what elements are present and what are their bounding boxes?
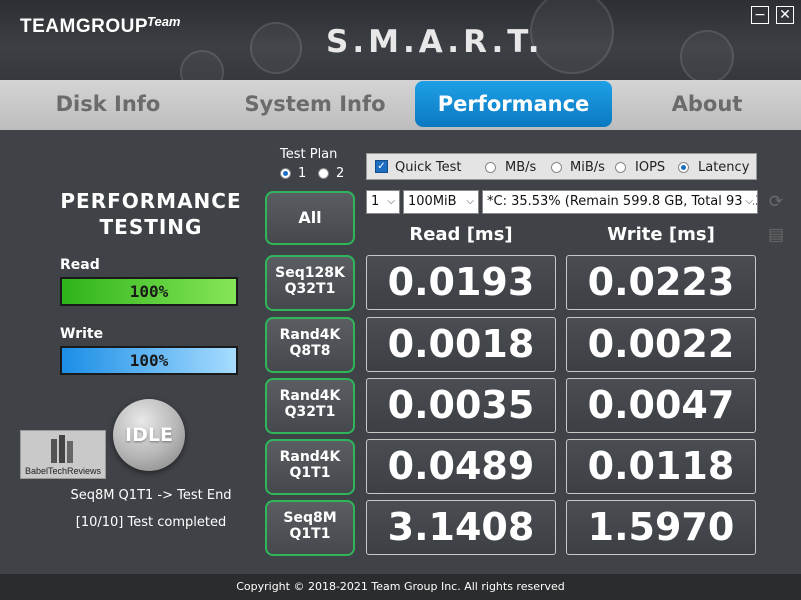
tab-about[interactable]: About	[624, 80, 790, 128]
app-title: S.M.A.R.T.	[326, 24, 544, 60]
run-all-button[interactable]: All	[265, 191, 355, 245]
refresh-icon[interactable]: ⟳	[766, 192, 786, 212]
unit-label-latency: Latency	[698, 160, 750, 175]
test-button-rand4k-q32t1[interactable]: Rand4K Q32T1	[265, 378, 355, 434]
test-count-select[interactable]: 1 ⌵	[366, 190, 400, 214]
title-line-2: TESTING	[99, 215, 203, 239]
brand-logo: TEAMGROUP	[20, 16, 148, 37]
brand-badge: Team	[147, 14, 181, 29]
read-result: 0.0035	[366, 378, 556, 433]
drive-select[interactable]: *C: 35.53% (Remain 599.8 GB, Total 930.3…	[482, 190, 758, 214]
test-name: Seq8M	[283, 510, 337, 526]
write-progress-label: Write	[60, 326, 104, 342]
chevron-down-icon: ⌵	[466, 196, 474, 207]
test-plan-option-1: 1	[298, 166, 307, 181]
performance-testing-title: PERFORMANCE TESTING	[40, 188, 262, 240]
watermark-text: BabelTechReviews	[24, 466, 102, 476]
write-progress-bar: 100%	[60, 346, 238, 375]
read-result: 0.0018	[366, 317, 556, 372]
test-params: Q32T1	[284, 281, 336, 297]
copyright-footer: Copyright © 2018-2021 Team Group Inc. Al…	[0, 574, 801, 600]
test-name: Seq128K	[275, 265, 345, 281]
read-column-header: Read [ms]	[409, 224, 513, 245]
decor-folder-icon	[180, 50, 224, 80]
unit-radio-mbs[interactable]	[485, 162, 496, 173]
test-params: Q8T8	[289, 343, 331, 359]
babeltechreviews-watermark: BabelTechReviews	[20, 430, 106, 479]
test-name: Rand4K	[279, 449, 341, 465]
test-name: Rand4K	[279, 388, 341, 404]
unit-radio-iops[interactable]	[615, 162, 626, 173]
test-plan-label: Test Plan	[280, 147, 338, 162]
title-line-1: PERFORMANCE	[60, 189, 242, 213]
read-result: 3.1408	[366, 500, 556, 555]
test-count-value: 1	[371, 194, 380, 209]
test-plan-radio-2[interactable]	[318, 168, 329, 179]
test-size-select[interactable]: 100MiB ⌵	[403, 190, 479, 214]
tab-system-info[interactable]: System Info	[222, 80, 408, 128]
test-params: Q1T1	[289, 526, 331, 542]
drive-value: *C: 35.53% (Remain 599.8 GB, Total 930.3…	[487, 194, 757, 209]
test-size-value: 100MiB	[408, 194, 457, 209]
test-plan-option-2: 2	[336, 166, 345, 181]
read-result: 0.0489	[366, 439, 556, 494]
test-button-seq128k-q32t1[interactable]: Seq128K Q32T1	[265, 255, 355, 311]
test-button-seq8m-q1t1[interactable]: Seq8M Q1T1	[265, 500, 355, 556]
minimize-button[interactable]: −	[751, 6, 769, 24]
unit-radio-mibs[interactable]	[551, 162, 562, 173]
test-name: Rand4K	[279, 327, 341, 343]
decor-document-icon	[250, 22, 302, 74]
read-progress-text: 100%	[129, 282, 169, 301]
unit-label-mbs: MB/s	[505, 160, 537, 175]
write-result: 0.0118	[566, 439, 756, 494]
tab-bar: Disk Info System Info Performance About	[0, 80, 801, 130]
write-result: 1.5970	[566, 500, 756, 555]
tab-disk-info[interactable]: Disk Info	[18, 80, 198, 128]
write-progress-text: 100%	[129, 351, 169, 370]
test-button-rand4k-q8t8[interactable]: Rand4K Q8T8	[265, 317, 355, 373]
test-params: Q1T1	[289, 465, 331, 481]
clipboard-icon[interactable]: ▤	[766, 225, 786, 245]
write-column-header: Write [ms]	[607, 224, 715, 245]
read-result: 0.0193	[366, 255, 556, 310]
unit-label-iops: IOPS	[635, 160, 666, 175]
close-button[interactable]: ✕	[776, 6, 794, 24]
test-params: Q32T1	[284, 404, 336, 420]
test-button-rand4k-q1t1[interactable]: Rand4K Q1T1	[265, 439, 355, 495]
idle-button[interactable]: IDLE	[113, 399, 185, 471]
chevron-down-icon: ⌵	[743, 191, 753, 213]
status-current-test: Seq8M Q1T1 -> Test End	[70, 488, 232, 503]
unit-label-mibs: MiB/s	[570, 160, 605, 175]
decor-gear-icon	[680, 30, 734, 80]
read-progress-bar: 100%	[60, 277, 238, 306]
title-bar: TEAMGROUP Team S.M.A.R.T. − ✕	[0, 0, 801, 80]
read-progress-label: Read	[60, 257, 100, 273]
chevron-down-icon: ⌵	[387, 196, 395, 207]
write-result: 0.0047	[566, 378, 756, 433]
quick-test-label: Quick Test	[395, 160, 462, 175]
status-completed: [10/10] Test completed	[75, 515, 227, 530]
test-plan-radio-1[interactable]	[280, 168, 291, 179]
tab-performance[interactable]: Performance	[415, 81, 612, 127]
building-icon	[51, 435, 73, 463]
quick-test-checkbox[interactable]: ✓	[375, 160, 388, 173]
write-result: 0.0022	[566, 317, 756, 372]
unit-radio-latency[interactable]	[678, 162, 689, 173]
write-result: 0.0223	[566, 255, 756, 310]
test-options-bar: ✓ Quick Test MB/s MiB/s IOPS Latency	[366, 153, 757, 180]
